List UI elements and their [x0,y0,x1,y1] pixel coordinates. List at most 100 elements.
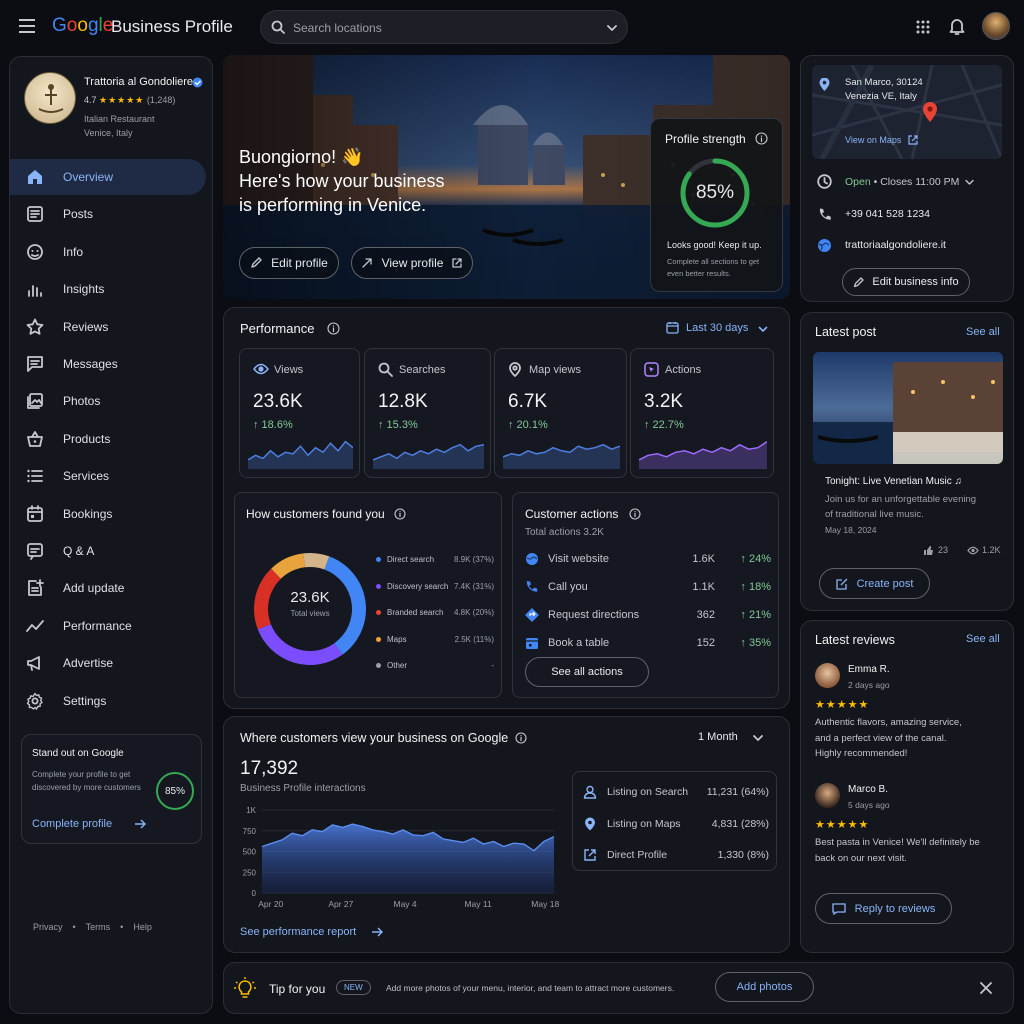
hours-status[interactable]: Open • Closes 11:00 PM [845,176,959,188]
edit-business-info-label: Edit business info [872,276,959,288]
action-row-book-a-table[interactable]: Book a table 152 ↑ 35% [525,629,771,657]
date-range-select[interactable]: Last 30 days [686,322,748,334]
sidebar-item-services[interactable]: Services [10,458,206,494]
bell-icon[interactable] [949,18,965,36]
pin-icon [509,362,521,377]
breakdown-value: 1,330 (8%) [717,849,769,861]
arrow-right-icon[interactable] [371,927,383,937]
menu-icon[interactable] [18,19,36,33]
chevron-down-icon[interactable] [758,325,768,333]
sidebar-item-posts[interactable]: Posts [10,196,206,232]
latest-post-card: Latest post See all Tonight: Live Veneti… [800,312,1014,611]
privacy-link[interactable]: Privacy [33,922,63,932]
chevron-down-icon[interactable] [753,734,763,742]
action-row-request-directions[interactable]: Request directions 362 ↑ 21% [525,601,771,629]
reviewer-name: Emma R. [848,664,890,675]
donut-slice [257,624,343,665]
search-bar[interactable]: Search locations [260,10,628,44]
create-post-button[interactable]: Create post [819,568,930,599]
see-all-actions-button[interactable]: See all actions [525,657,649,687]
person-icon [583,785,597,799]
period-select[interactable]: 1 Month [698,731,738,743]
rating-value: 4.7 [84,95,97,105]
sidebar-item-settings[interactable]: Settings [10,683,206,719]
sidebar-item-messages[interactable]: Messages [10,346,206,382]
metric-tile-searches[interactable]: Searches 12.8K ↑ 15.3% [364,348,491,478]
sidebar-item-advertise[interactable]: Advertise [10,645,206,681]
metric-label: Views [274,364,304,376]
help-link[interactable]: Help [133,922,152,932]
messages-icon [27,356,43,372]
sidebar-item-label: Messages [63,357,118,371]
view-profile-button[interactable]: View profile [351,247,473,279]
address-line-1: San Marco, 30124 [845,77,923,88]
sidebar-item-performance[interactable]: Performance [10,608,206,644]
sidebar-item-bookings[interactable]: Bookings [10,496,206,532]
metric-tile-map-views[interactable]: Map views 6.7K ↑ 20.1% [494,348,627,478]
metric-tile-views[interactable]: Views 23.6K ↑ 18.6% [239,348,360,478]
edit-business-info-button[interactable]: Edit business info [842,268,970,296]
info-icon[interactable] [394,508,406,520]
sidebar-item-overview[interactable]: Overview [10,159,206,195]
chevron-down-icon[interactable] [965,179,974,186]
metric-sparkline [639,440,767,469]
add-photos-button[interactable]: Add photos [715,972,814,1002]
map-preview[interactable]: San Marco, 30124 Venezia VE, Italy View … [812,65,1002,159]
sidebar-item-label: Insights [63,282,105,297]
greeting-line-3: is performing in Venice. [239,195,427,215]
breakdown-row: Listing on Search 11,231 (64%) [583,784,769,800]
map-marker-icon [923,102,937,122]
metric-value: 3.2K [644,391,684,412]
info-icon[interactable] [327,322,340,335]
breakdown-label: Direct Profile [607,849,668,861]
phone-number[interactable]: +39 041 528 1234 [845,208,930,220]
review-text: Best pasta in Venice! We'll definitely b… [815,837,980,864]
sidebar-item-photos[interactable]: Photos [10,383,206,419]
sidebar-item-products[interactable]: Products [10,421,206,457]
performance-report-link[interactable]: See performance report [240,926,356,938]
view-on-maps-link[interactable]: View on Maps [845,135,901,145]
info-icon[interactable] [515,732,527,744]
search-icon [378,362,393,377]
chevron-down-icon[interactable] [607,24,617,32]
see-all-reviews-link[interactable]: See all [966,633,1000,645]
metric-tile-actions[interactable]: Actions 3.2K ↑ 22.7% [630,348,774,478]
customer-actions-title: Customer actions [525,507,619,521]
see-all-posts-link[interactable]: See all [966,326,1000,338]
post-text: Join us for an unforgettable evening of … [825,494,977,520]
donut-center-label: Total views [290,609,330,618]
y-tick-label: 500 [243,848,257,857]
calendar-icon [526,638,538,649]
metric-change: ↑ 20.1% [508,419,548,431]
metric-change: ↑ 18.6% [253,419,293,431]
post-image [813,352,1003,464]
website-link[interactable]: trattoriaalgondoliere.it [845,239,946,251]
search-input[interactable]: Search locations [293,21,382,35]
complete-profile-link[interactable]: Complete profile [32,818,112,830]
sidebar-item-q-a[interactable]: Q & A [10,533,206,569]
verified-badge-icon [192,77,203,88]
close-icon[interactable] [980,982,992,994]
sidebar-item-label: Info [63,244,84,259]
x-tick-label: Apr 20 [258,899,283,909]
interactions-area-chart: 1K 750 500 250 0Apr 20 Apr 27 May 4 May 11 May 1… [243,806,560,909]
info-icon[interactable] [755,132,768,145]
breakdown-label: Listing on Search [607,786,689,798]
sidebar-item-insights[interactable]: Insights [10,271,206,307]
sidebar-item-add-update[interactable]: Add update [10,570,206,606]
sidebar-item-info[interactable]: Info [10,234,206,270]
action-row-visit-website[interactable]: Visit website 1.6K ↑ 24% [525,545,771,573]
apps-grid-icon[interactable] [916,20,930,34]
terms-link[interactable]: Terms [86,922,111,932]
reply-to-reviews-button[interactable]: Reply to reviews [815,893,952,924]
eye-icon [253,363,269,375]
sidebar-item-reviews[interactable]: Reviews [10,309,206,345]
trend-icon [26,619,44,632]
arrow-right-icon[interactable] [134,819,146,829]
edit-profile-button[interactable]: Edit profile [239,247,339,279]
post-title: Tonight: Live Venetian Music ♫ [825,476,963,487]
user-avatar[interactable] [982,12,1010,40]
greeting-line-2: Here's how your business [239,171,445,191]
action-row-call-you[interactable]: Call you 1.1K ↑ 18% [525,573,771,601]
info-icon[interactable] [629,508,641,520]
